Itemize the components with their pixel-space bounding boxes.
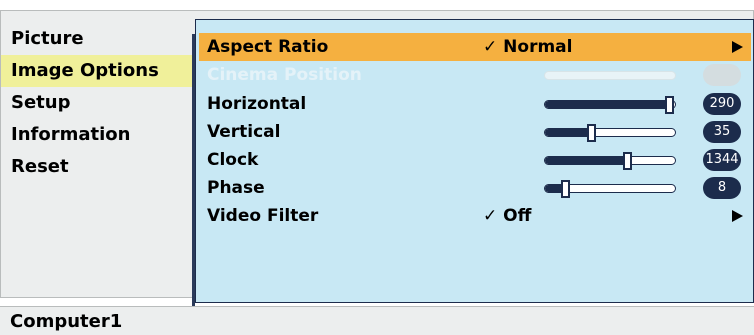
clock-value-badge: 1344 bbox=[703, 149, 741, 171]
clock-slider[interactable] bbox=[544, 152, 676, 170]
clock-row[interactable]: Clock 1344 bbox=[199, 146, 751, 174]
slider-handle[interactable] bbox=[664, 96, 674, 114]
status-bar: Computer1 bbox=[0, 306, 754, 335]
menu-item-information[interactable]: Information bbox=[1, 119, 193, 151]
vertical-row[interactable]: Vertical 35 bbox=[199, 118, 751, 146]
cinema-position-value-badge bbox=[703, 64, 741, 86]
horizontal-row[interactable]: Horizontal 290 bbox=[199, 90, 751, 118]
vertical-label: Vertical bbox=[207, 122, 281, 142]
submenu-arrow-icon bbox=[732, 210, 743, 222]
menu-item-picture[interactable]: Picture bbox=[1, 23, 193, 55]
aspect-ratio-row[interactable]: Aspect Ratio ✓ Normal bbox=[199, 33, 751, 61]
horizontal-value-badge: 290 bbox=[703, 93, 741, 115]
submenu-arrow-icon bbox=[732, 41, 743, 53]
left-menu: Picture Image Options Setup Information … bbox=[1, 23, 193, 183]
slider-fill bbox=[545, 129, 591, 136]
phase-value-badge: 8 bbox=[703, 177, 741, 199]
menu-item-reset[interactable]: Reset bbox=[1, 151, 193, 183]
phase-label: Phase bbox=[207, 178, 265, 198]
cinema-position-row: Cinema Position bbox=[199, 61, 751, 89]
horizontal-label: Horizontal bbox=[207, 94, 307, 114]
menu-item-setup[interactable]: Setup bbox=[1, 87, 193, 119]
video-filter-row[interactable]: Video Filter ✓ Off bbox=[199, 202, 751, 230]
vertical-slider[interactable] bbox=[544, 124, 676, 142]
slider-handle[interactable] bbox=[560, 180, 570, 198]
phase-slider[interactable] bbox=[544, 180, 676, 198]
slider-fill bbox=[545, 157, 627, 164]
image-options-submenu: Aspect Ratio ✓ Normal Cinema Position Ho… bbox=[192, 19, 754, 306]
slider-handle[interactable] bbox=[586, 124, 596, 142]
input-source-label: Computer1 bbox=[10, 311, 123, 332]
video-filter-value: ✓ Off bbox=[483, 206, 532, 226]
phase-row[interactable]: Phase 8 bbox=[199, 174, 751, 202]
aspect-ratio-label: Aspect Ratio bbox=[207, 37, 329, 57]
cinema-position-label: Cinema Position bbox=[207, 65, 362, 85]
projector-osd-menu: Picture Image Options Setup Information … bbox=[0, 0, 754, 335]
slider-handle[interactable] bbox=[622, 152, 632, 170]
video-filter-label: Video Filter bbox=[207, 206, 319, 226]
cinema-position-slider bbox=[544, 71, 676, 80]
vertical-value-badge: 35 bbox=[703, 121, 741, 143]
slider-fill bbox=[545, 101, 669, 108]
clock-label: Clock bbox=[207, 150, 259, 170]
menu-item-image-options[interactable]: Image Options bbox=[1, 55, 193, 87]
aspect-ratio-value: ✓ Normal bbox=[483, 37, 573, 57]
horizontal-slider[interactable] bbox=[544, 96, 676, 114]
